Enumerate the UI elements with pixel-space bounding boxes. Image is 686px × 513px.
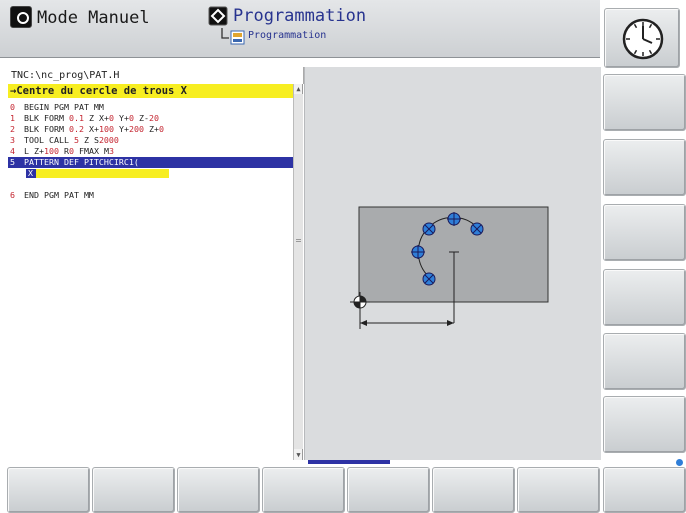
mode2-label[interactable]: Programmation [233,6,366,26]
horizontal-softkey-6[interactable] [432,467,515,513]
line-text: BEGIN PGM PAT MM [24,102,104,112]
horizontal-softkey-5[interactable] [347,467,430,513]
mode1-label[interactable]: Mode Manuel [37,8,150,28]
programming-mode-icon [208,6,228,26]
vertical-softkey-4[interactable] [603,269,686,326]
line-number: 5 [10,157,15,167]
program-line-input[interactable]: X [8,168,293,179]
dialog-title: →Centre du cercle de trous X [8,84,293,98]
scroll-down-icon[interactable]: ▼ [294,450,303,460]
program-line[interactable]: 6 END PGM PAT MM [8,190,293,201]
grip-icon [296,239,301,242]
line-text: BLK FORM 0.1 Z X+0 Y+0 Z-20 [24,113,159,123]
horizontal-softkey-1[interactable] [7,467,90,513]
line-text: L Z+100 R0 FMAX M3 [24,146,114,156]
line-number: 0 [10,102,15,112]
horizontal-softkey-4[interactable] [262,467,345,513]
horizontal-softkey-8[interactable] [603,467,686,513]
program-editor[interactable]: 0 BEGIN PGM PAT MM 1 BLK FORM 0.1 Z X+0 Y+… [8,98,293,458]
vertical-softkey-1[interactable] [603,74,686,131]
line-text: X [28,168,33,178]
line-text: TOOL CALL 5 Z S2000 [24,135,119,145]
line-number: 1 [10,113,15,123]
hole-marker [422,222,436,236]
line-number: 6 [10,190,15,200]
manual-mode-icon [10,6,32,28]
line-number: 3 [10,135,15,145]
vertical-softkey-3[interactable] [603,204,686,261]
horizontal-softkey-3[interactable] [177,467,260,513]
program-file-icon [221,27,247,47]
line-text: END PGM PAT MM [24,190,94,200]
editor-scrollbar[interactable]: ▲ ▼ [293,84,303,460]
program-path: TNC:\nc_prog\PAT.H [8,67,304,84]
clock-button[interactable] [604,8,680,68]
vertical-softkey-5[interactable] [603,333,686,390]
graphics-panel [304,67,601,460]
input-field[interactable] [36,169,169,178]
program-line[interactable]: 3 TOOL CALL 5 Z S2000 [8,135,293,146]
vertical-softkey-6[interactable] [603,396,686,453]
hole-marker [470,222,484,236]
vertical-softkey-2[interactable] [603,139,686,196]
info-dot-icon [675,452,684,466]
line-text: BLK FORM 0.2 X+100 Y+200 Z+0 [24,124,164,134]
line-number: 2 [10,124,15,134]
program-line[interactable]: 0 BEGIN PGM PAT MM [8,102,293,113]
program-line-selected[interactable]: 5 PATTERN DEF PITCHCIRC1( [8,157,293,168]
horizontal-softkey-2[interactable] [92,467,175,513]
program-line[interactable]: 4 L Z+100 R0 FMAX M3 [8,146,293,157]
scrollbar-thumb[interactable] [294,94,303,449]
softkey-level-indicator [308,460,390,464]
scroll-up-icon[interactable]: ▲ [294,84,303,94]
horizontal-softkey-7[interactable] [517,467,600,513]
line-number: 4 [10,146,15,156]
clock-icon [622,18,664,60]
line-text: PATTERN DEF PITCHCIRC1( [24,157,139,167]
mode2-sublabel: Programmation [248,30,327,41]
hole-marker [422,272,436,286]
program-line[interactable]: 2 BLK FORM 0.2 X+100 Y+200 Z+0 [8,124,293,135]
pattern-help-graphic [350,206,549,329]
program-line[interactable]: 1 BLK FORM 0.1 Z X+0 Y+0 Z-20 [8,113,293,124]
